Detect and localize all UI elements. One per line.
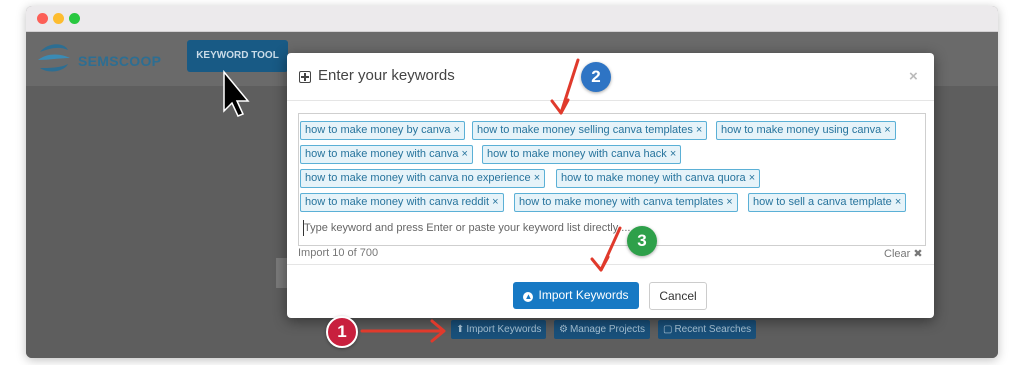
semscoop-logo[interactable]: SEMSCOOP xyxy=(34,38,161,78)
keyword-chip[interactable]: how to make money with canva reddit × xyxy=(300,193,504,212)
chip-remove-icon[interactable]: × xyxy=(696,124,702,136)
keyword-chip[interactable]: how to make money with canva quora × xyxy=(556,169,761,188)
keyword-chip-label: how to make money with canva hack xyxy=(487,148,667,160)
import-keywords-bottom-button[interactable]: ⬆ Import Keywords xyxy=(451,320,547,339)
manage-projects-button[interactable]: ⚙ Manage Projects xyxy=(554,320,651,339)
keyword-text-input[interactable] xyxy=(303,220,904,236)
close-window-button[interactable] xyxy=(37,13,48,24)
keyword-tool-button[interactable]: KEYWORD TOOL xyxy=(187,40,288,72)
minimize-window-button[interactable] xyxy=(53,13,64,24)
keyword-chip-label: how to make money with canva xyxy=(305,148,459,160)
import-keywords-button[interactable]: ▲ Import Keywords xyxy=(513,282,639,309)
keyword-chip-label: how to make money with canva templates xyxy=(519,196,724,208)
circle-arrow-up-icon: ▲ xyxy=(523,292,534,302)
maximize-window-button[interactable] xyxy=(69,13,80,24)
chip-remove-icon[interactable]: × xyxy=(895,196,901,208)
logo-text: SEMSCOOP xyxy=(78,53,162,69)
recent-searches-button[interactable]: ▢ Recent Searches xyxy=(658,320,757,339)
gears-icon: ⚙ xyxy=(559,324,568,335)
window-titlebar xyxy=(26,6,998,32)
keyword-chip[interactable]: how to sell a canva template × xyxy=(748,193,907,212)
keyword-chip-label: how to sell a canva template xyxy=(753,196,892,208)
enter-keywords-modal: Enter your keywords × how to make money … xyxy=(287,53,934,318)
chip-remove-icon[interactable]: × xyxy=(670,148,676,160)
step2-badge: 2 xyxy=(581,62,611,92)
chip-remove-icon[interactable]: × xyxy=(454,124,460,136)
clear-keywords-link[interactable]: Clear ✖ xyxy=(884,247,923,260)
keyword-chip[interactable]: how to make money using canva × xyxy=(716,121,896,140)
keyword-chip-label: how to make money selling canva template… xyxy=(477,124,693,136)
modal-title: Enter your keywords xyxy=(318,67,455,84)
chip-remove-icon[interactable]: × xyxy=(534,172,540,184)
chip-remove-icon[interactable]: × xyxy=(749,172,755,184)
keyword-chip-label: how to make money with canva no experien… xyxy=(305,172,531,184)
keyword-chip-label: how to make money using canva xyxy=(721,124,882,136)
modal-footer: ▲ Import Keywords Cancel xyxy=(287,264,934,319)
circle-up-icon: ⬆ xyxy=(456,324,465,335)
chip-remove-icon[interactable]: × xyxy=(726,196,732,208)
logo-icon xyxy=(38,44,70,72)
import-keywords-bottom-label: Import Keywords xyxy=(466,324,542,335)
plus-square-icon xyxy=(299,71,311,83)
manage-projects-label: Manage Projects xyxy=(569,324,646,335)
import-keywords-label: Import Keywords xyxy=(538,288,629,302)
keyword-chip[interactable]: how to make money with canva hack × xyxy=(482,145,682,164)
keyword-chip[interactable]: how to make money selling canva template… xyxy=(472,121,708,140)
keyword-chip-label: how to make money with canva reddit xyxy=(305,196,490,208)
chip-remove-icon[interactable]: × xyxy=(884,124,890,136)
import-count-text: Import 10 of 700 xyxy=(298,247,379,259)
history-icon: ▢ xyxy=(663,324,673,335)
keyword-chip[interactable]: how to make money with canva templates × xyxy=(514,193,738,212)
keyword-chip[interactable]: how to make money with canva × xyxy=(300,145,473,164)
close-icon[interactable]: × xyxy=(909,68,918,85)
keyword-chip-label: how to make money with canva quora xyxy=(561,172,746,184)
chip-remove-icon[interactable]: × xyxy=(492,196,498,208)
chip-remove-icon[interactable]: × xyxy=(462,148,468,160)
step3-badge: 3 xyxy=(627,226,657,256)
keyword-chip[interactable]: how to make money with canva no experien… xyxy=(300,169,546,188)
step1-badge: 1 xyxy=(326,316,358,348)
keyword-chip-label: how to make money by canva xyxy=(305,124,451,136)
keyword-input-box[interactable]: how to make money by canva × how to make… xyxy=(298,113,926,246)
recent-searches-label: Recent Searches xyxy=(674,324,752,335)
cancel-button[interactable]: Cancel xyxy=(649,282,707,310)
keyword-chip[interactable]: how to make money by canva × xyxy=(300,121,466,140)
